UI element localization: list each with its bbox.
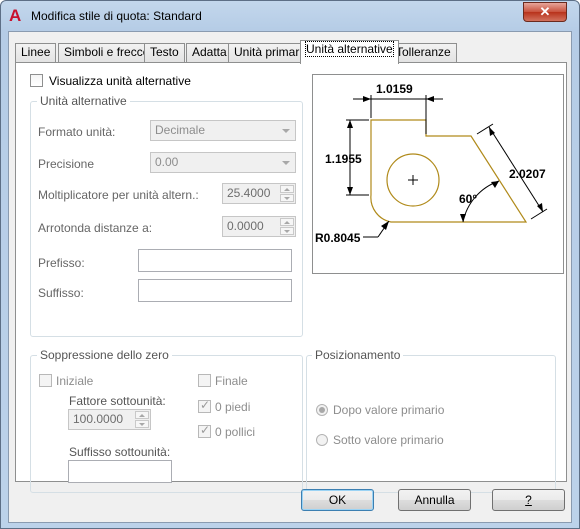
spin-up-icon[interactable] — [280, 218, 294, 226]
trailing-zero-label: Finale — [215, 374, 248, 388]
part-outline — [370, 119, 528, 223]
precision-select[interactable]: 0.00 — [150, 152, 296, 173]
suffix-label: Suffisso: — [38, 286, 84, 300]
unit-format-select[interactable]: Decimale — [150, 120, 296, 141]
sub-suffix-input[interactable] — [68, 460, 172, 483]
placement-title: Posizionamento — [312, 348, 404, 362]
tab-adatta[interactable]: Adatta — [186, 43, 233, 62]
round-distances-label: Arrotonda distanze a: — [38, 221, 153, 235]
sub-factor-label: Fattore sottounità: — [69, 394, 166, 408]
zero-inches-checkbox[interactable]: ✓ — [198, 423, 211, 438]
prefix-input[interactable] — [138, 249, 292, 272]
placement-group — [306, 355, 556, 493]
tab-linee[interactable]: Linee — [15, 43, 57, 62]
chevron-down-icon — [282, 161, 290, 165]
autocad-logo-icon: A — [9, 6, 22, 25]
show-alt-units-label: Visualizza unità alternative — [49, 74, 191, 88]
show-alt-units-checkbox[interactable] — [30, 74, 43, 87]
spin-up-icon[interactable] — [280, 185, 294, 193]
precision-label: Precisione — [38, 157, 95, 171]
zero-inches-label: 0 pollici — [215, 425, 256, 439]
help-button-label: ? — [525, 493, 532, 507]
after-primary-label: Dopo valore primario — [333, 403, 445, 417]
dim-radius-text: R0.8045 — [315, 231, 361, 245]
checkmark-icon: ✓ — [200, 398, 211, 412]
arrow-icon — [347, 187, 353, 195]
close-button[interactable]: ✕ — [523, 2, 567, 22]
tab-testo[interactable]: Testo — [144, 43, 185, 62]
multiplier-stepper[interactable]: 25.4000 — [222, 183, 296, 204]
leading-zero-checkbox[interactable] — [39, 374, 52, 387]
help-button[interactable]: ? — [492, 489, 565, 511]
title-bar[interactable]: A Modifica stile di quota: Standard ✕ — [1, 1, 579, 31]
spin-down-icon[interactable] — [280, 227, 294, 235]
after-primary-radio[interactable] — [316, 404, 328, 416]
trailing-zero-checkbox[interactable] — [198, 374, 211, 387]
suffix-input[interactable] — [138, 279, 292, 302]
zero-suppression-title: Soppressione dello zero — [37, 348, 172, 362]
tab-panel: Visualizza unità alternative Unità alter… — [15, 62, 567, 493]
dim-right-text: 2.0207 — [509, 167, 546, 181]
tab-tolleranze[interactable]: Tolleranze — [390, 43, 457, 62]
zero-feet-checkbox[interactable]: ✓ — [198, 398, 211, 413]
arrow-icon — [426, 96, 434, 102]
window-title: Modifica stile di quota: Standard — [31, 9, 202, 23]
alt-units-group-title: Unità alternative — [37, 94, 130, 108]
zero-feet-label: 0 piedi — [215, 400, 251, 414]
dialog-window: A Modifica stile di quota: Standard ✕ Li… — [0, 0, 580, 529]
below-primary-radio[interactable] — [316, 434, 328, 446]
spin-down-icon[interactable] — [135, 420, 149, 428]
sub-factor-stepper[interactable]: 100.0000 — [68, 409, 151, 430]
tab-unita-alternative[interactable]: Unità alternative — [300, 40, 399, 64]
prefix-label: Prefisso: — [38, 256, 85, 270]
round-distances-stepper[interactable]: 0.0000 — [222, 216, 296, 237]
arrow-icon — [347, 120, 353, 128]
checkmark-icon: ✓ — [200, 423, 211, 437]
spin-up-icon[interactable] — [135, 411, 149, 419]
dim-left-text: 1.1955 — [325, 152, 362, 166]
multiplier-label: Moltiplicatore per unità altern.: — [38, 188, 199, 202]
tab-simboli-frecce[interactable]: Simboli e frecce — [58, 43, 156, 62]
dialog-client: Linee Simboli e frecce Testo Adatta Unit… — [8, 31, 572, 523]
below-primary-label: Sotto valore primario — [333, 433, 444, 447]
preview-drawing: 1.0159 1.1955 2.0207 60° R0.8045 — [315, 82, 548, 245]
arrow-icon — [381, 221, 389, 230]
cancel-button[interactable]: Annulla — [398, 489, 471, 511]
dim-top-text: 1.0159 — [376, 82, 413, 96]
leading-zero-label: Iniziale — [56, 374, 94, 388]
arrow-icon — [363, 96, 371, 102]
sub-suffix-label: Suffisso sottounità: — [69, 445, 171, 459]
arrow-icon — [491, 181, 499, 188]
spin-down-icon[interactable] — [280, 194, 294, 202]
unit-format-label: Formato unità: — [38, 125, 116, 139]
chevron-down-icon — [282, 129, 290, 133]
dimension-preview: 1.0159 1.1955 2.0207 60° R0.8045 — [312, 74, 564, 274]
ok-button[interactable]: OK — [301, 489, 374, 511]
dim-angle-text: 60° — [459, 192, 477, 206]
extension-line — [530, 208, 548, 220]
arrow-icon — [460, 214, 466, 222]
